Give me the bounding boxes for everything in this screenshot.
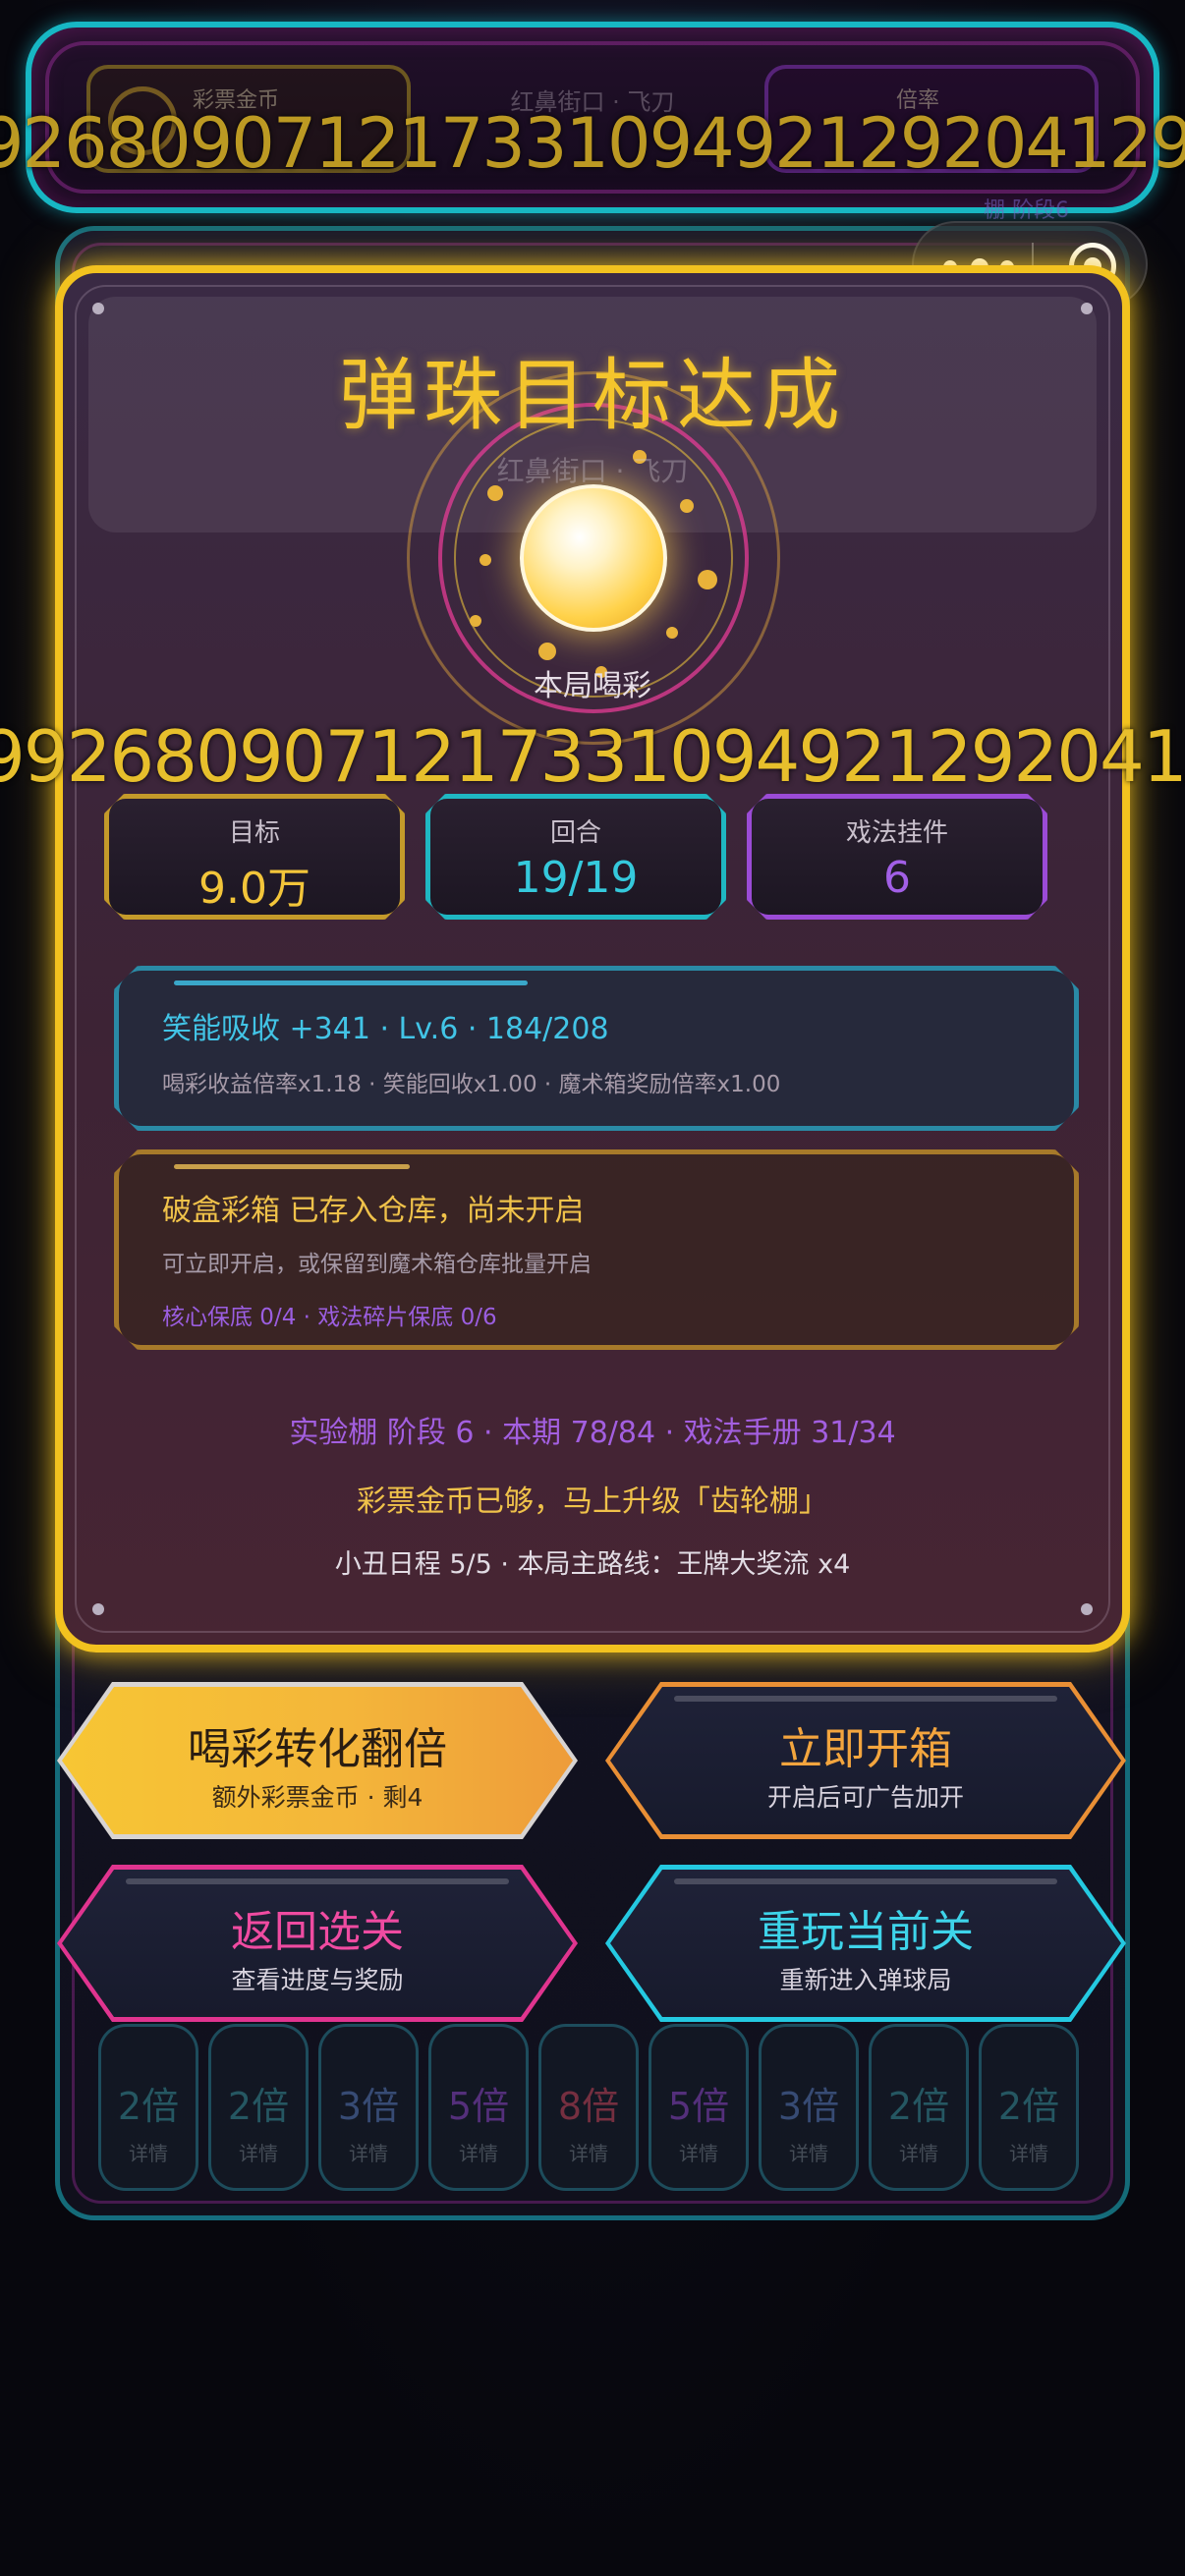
modal-title: 弹珠目标达成: [339, 350, 846, 441]
multiplier-slots: 2倍 详情 2倍 详情 3倍 详情 5倍 详情 8倍 详情 5倍 详情 3倍 详情 2倍 详情 …: [98, 2024, 1087, 2191]
lab-progress-line: 实验棚 阶段 6 · 本期 78/84 · 戏法手册 31/34: [289, 1416, 896, 1450]
button-sublabel: 额外彩票金币 · 剩4: [211, 1783, 423, 1812]
box-hint: 可立即开启，或保留到魔术箱仓库批量开启: [162, 1252, 592, 1277]
slot-multiplier: 3倍: [337, 2085, 400, 2128]
score-ticker-mid: 9926809071217331094921292041296​8: [0, 715, 1185, 798]
stat-trinkets: 戏法挂件 6: [747, 794, 1047, 920]
card-accent-bar: [174, 980, 528, 985]
box-pity: 核心保底 0/4 · 戏法碎片保底 0/6: [162, 1305, 497, 1330]
slot-detail: 详情: [459, 2142, 498, 2165]
button-sublabel: 开启后可广告加开: [766, 1783, 964, 1812]
stat-value: 19/19: [513, 853, 639, 903]
stat-label: 目标: [228, 818, 280, 848]
double-cheer-button[interactable]: 喝彩转化翻倍 额外彩票金币 · 剩4: [57, 1682, 578, 1839]
score-ticker-top: 926809071217331094921292041296: [0, 103, 1185, 184]
button-sheen: [674, 1878, 1057, 1884]
laugh-energy-detail: 喝彩收益倍率x1.18 · 笑能回收x1.00 · 魔术箱奖励倍率x1.00: [162, 1072, 781, 1097]
orb-spark: [680, 499, 694, 513]
slot-detail: 详情: [239, 2142, 278, 2165]
slot[interactable]: 3倍详情: [318, 2024, 419, 2191]
slot[interactable]: 2倍详情: [869, 2024, 969, 2191]
stat-label: 戏法挂件: [845, 818, 948, 848]
button-sheen: [126, 1878, 509, 1884]
slot[interactable]: 2倍详情: [979, 2024, 1079, 2191]
button-label: 重玩当前关: [758, 1907, 974, 1957]
corner-rivet: [92, 303, 104, 314]
result-modal: 弹珠目标达成 红鼻街口 · 飞刀 本局喝彩 目标 9.0万 回合 19/19 戏…: [55, 265, 1130, 1652]
slot-multiplier: 8倍: [557, 2085, 620, 2128]
button-sheen: [674, 1696, 1057, 1702]
orb-spark: [470, 615, 481, 627]
back-to-levels-button[interactable]: 返回选关 查看进度与奖励: [57, 1865, 578, 2022]
slot-multiplier: 5倍: [447, 2085, 510, 2128]
corner-rivet: [1081, 1603, 1093, 1615]
corner-rivet: [92, 1603, 104, 1615]
slot-detail: 详情: [1009, 2142, 1048, 2165]
pinball-ball: [520, 484, 667, 632]
orb-spark: [698, 570, 717, 589]
corner-rivet: [1081, 303, 1093, 314]
slot-multiplier: 2倍: [227, 2085, 290, 2128]
slot-multiplier: 5倍: [667, 2085, 730, 2128]
replay-level-button[interactable]: 重玩当前关 重新进入弹球局: [605, 1865, 1126, 2022]
orb-caption: 本局喝彩: [534, 669, 651, 703]
slot[interactable]: 3倍详情: [759, 2024, 859, 2191]
hud-stage-label: 棚 阶段6: [984, 198, 1069, 223]
schedule-line: 小丑日程 5/5 · 本局主路线：王牌大奖流 x4: [334, 1549, 851, 1580]
slot-multiplier: 3倍: [777, 2085, 840, 2128]
orb-spark: [538, 643, 556, 660]
button-sublabel: 查看进度与奖励: [231, 1966, 404, 1994]
slot-multiplier: 2倍: [997, 2085, 1060, 2128]
slot[interactable]: 2倍详情: [208, 2024, 309, 2191]
stat-value: 9.0万: [198, 864, 310, 914]
slot-detail: 详情: [899, 2142, 938, 2165]
box-card: 破盒彩箱 已存入仓库，尚未开启 可立即开启，或保留到魔术箱仓库批量开启 核心保底…: [114, 1149, 1079, 1350]
stat-label: 回合: [549, 818, 601, 848]
slot[interactable]: 2倍详情: [98, 2024, 198, 2191]
slot-multiplier: 2倍: [117, 2085, 180, 2128]
stat-round: 回合 19/19: [425, 794, 726, 920]
button-label: 喝彩转化翻倍: [188, 1724, 447, 1774]
slot[interactable]: 8倍详情: [538, 2024, 639, 2191]
orb-spark: [666, 627, 678, 639]
button-label: 返回选关: [231, 1907, 404, 1957]
upgrade-hint-line[interactable]: 彩票金币已够，马上升级「齿轮棚」: [63, 1477, 1122, 1520]
slot-detail: 详情: [129, 2142, 168, 2165]
slot-detail: 详情: [679, 2142, 718, 2165]
orb-spark: [480, 554, 491, 566]
laugh-energy-summary: 笑能吸收 +341 · Lv.6 · 184/208: [162, 1012, 609, 1046]
card-accent-bar: [174, 1164, 410, 1169]
slot-detail: 详情: [349, 2142, 388, 2165]
button-label: 立即开箱: [779, 1724, 952, 1774]
slot[interactable]: 5倍详情: [428, 2024, 529, 2191]
box-status: 破盒彩箱 已存入仓库，尚未开启: [162, 1194, 585, 1228]
stat-value: 6: [883, 853, 911, 903]
open-box-button[interactable]: 立即开箱 开启后可广告加开: [605, 1682, 1126, 1839]
laugh-energy-card: 笑能吸收 +341 · Lv.6 · 184/208 喝彩收益倍率x1.18 ·…: [114, 966, 1079, 1131]
slot-detail: 详情: [789, 2142, 828, 2165]
slot[interactable]: 5倍详情: [649, 2024, 749, 2191]
modal-subtitle: 红鼻街口 · 飞刀: [496, 455, 689, 487]
slot-multiplier: 2倍: [887, 2085, 950, 2128]
button-sublabel: 重新进入弹球局: [779, 1966, 952, 1994]
stat-target: 目标 9.0万: [104, 794, 405, 920]
slot-detail: 详情: [569, 2142, 608, 2165]
game-screen: 彩票金币 红鼻街口 · 飞刀 倍率 棚 阶段6 2倍 详情 2倍 详情 3倍 详情 5…: [0, 0, 1185, 2576]
